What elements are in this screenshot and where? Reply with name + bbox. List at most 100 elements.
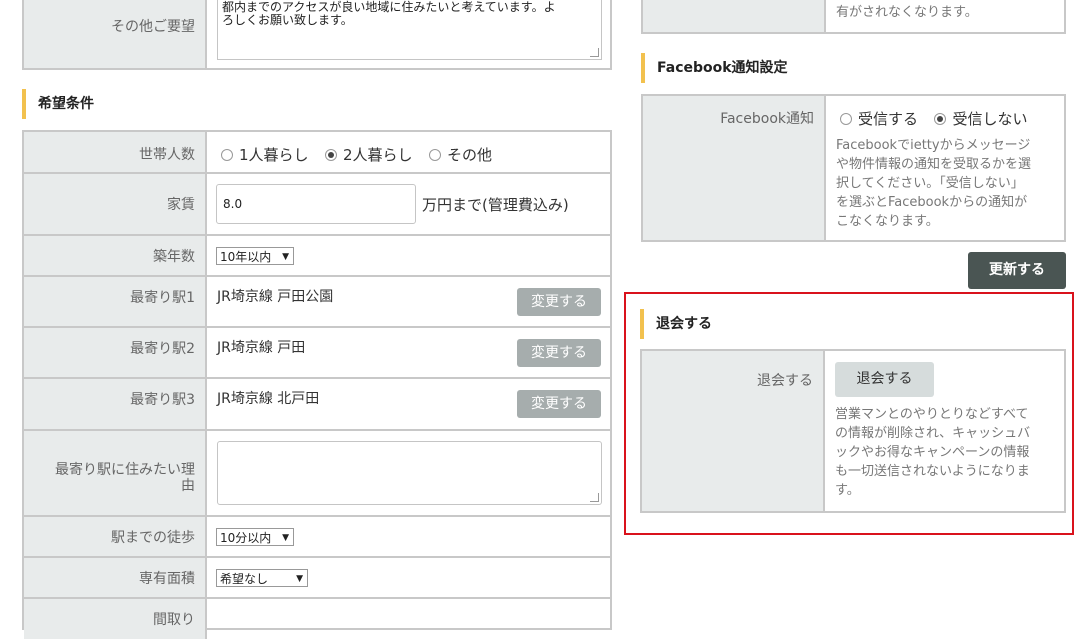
facebook-help-line1: Facebookでiettyからメッセージ [836, 138, 1031, 153]
withdraw-button[interactable]: 退会する [835, 362, 934, 397]
withdraw-section-title: 退会する [640, 309, 712, 339]
station3-row: 最寄り駅3 JR埼京線 北戸田 変更する [24, 379, 610, 431]
station3-value: JR埼京線 北戸田 [217, 391, 320, 407]
other-requests-table: その他ご要望 都内までのアクセスが良い地域に住みたいと考えています。よ ろしくお… [22, 0, 612, 70]
rent-row: 家賃 8.0 万円まで(管理費込み) [24, 174, 610, 236]
rent-cell: 8.0 万円まで(管理費込み) [207, 174, 610, 234]
rent-suffix: 万円まで(管理費込み) [422, 196, 569, 214]
station2-value: JR埼京線 戸田 [217, 340, 306, 356]
reason-label: 最寄り駅に住みたい理 由 [55, 462, 195, 494]
station3-cell: JR埼京線 北戸田 変更する [207, 379, 610, 429]
walk-row: 駅までの徒歩 10分以内 ▼ [24, 517, 610, 558]
walk-label-cell: 駅までの徒歩 [24, 517, 207, 556]
facebook-option-receive[interactable]: 受信する [858, 110, 918, 128]
facebook-help-line5: こなくなります。 [836, 214, 939, 229]
facebook-label: Facebook通知 [720, 111, 814, 127]
rent-input[interactable]: 8.0 [216, 184, 416, 224]
station2-label-cell: 最寄り駅2 [24, 328, 207, 377]
reason-label-line1: 最寄り駅に住みたい理 [55, 462, 195, 478]
conditions-section-title: 希望条件 [22, 89, 94, 119]
household-label-cell: 世帯人数 [24, 132, 207, 172]
household-label: 世帯人数 [139, 147, 195, 163]
household-radio-other[interactable] [429, 148, 441, 161]
building-age-label: 築年数 [153, 249, 195, 265]
building-age-select[interactable]: 10年以内 ▼ [216, 247, 294, 265]
withdraw-label-cell: 退会する [642, 351, 825, 511]
building-age-label-cell: 築年数 [24, 236, 207, 275]
resize-handle-icon[interactable] [590, 48, 599, 57]
top-setting-helper: 有がされなくなります。 [836, 5, 978, 20]
top-setting-table: 有がされなくなります。 [641, 0, 1066, 34]
walk-select[interactable]: 10分以内 ▼ [216, 528, 294, 546]
facebook-help: Facebookでiettyからメッセージ や物件情報の通知を受取るかを選 択し… [836, 136, 1064, 231]
walk-value: 10分以内 [220, 531, 272, 545]
household-option-two[interactable]: 2人暮らし [343, 146, 413, 164]
station2-change-button[interactable]: 変更する [517, 339, 601, 367]
withdraw-help-line2: の情報が削除され、キャッシュバ [835, 426, 1031, 441]
facebook-option-decline[interactable]: 受信しない [952, 110, 1027, 128]
station3-change-button[interactable]: 変更する [517, 390, 601, 418]
other-requests-label-cell: その他ご要望 [24, 0, 207, 68]
layout-row: 間取り [24, 599, 610, 639]
household-option-single[interactable]: 1人暮らし [239, 146, 309, 164]
station3-label: 最寄り駅3 [130, 392, 195, 408]
station1-change-button[interactable]: 変更する [517, 288, 601, 316]
station2-label: 最寄り駅2 [130, 341, 195, 357]
facebook-help-line4: を選ぶとFacebookからの通知が [836, 195, 1028, 210]
top-setting-label-cell [643, 0, 826, 32]
household-radio-two[interactable] [325, 148, 337, 161]
conditions-table: 世帯人数 1人暮らし 2人暮らし その他 家賃 8.0 万円まで(管理費込み) … [22, 130, 612, 639]
reason-textarea[interactable] [217, 441, 602, 505]
resize-handle-icon[interactable] [590, 493, 599, 502]
facebook-radio-decline[interactable] [934, 112, 947, 125]
building-age-value: 10年以内 [220, 250, 272, 264]
withdraw-cell: 退会する 営業マンとのやりとりなどすべて の情報が削除され、キャッシュバ ックや… [825, 351, 1064, 511]
facebook-cell: 受信する 受信しない Facebookでiettyからメッセージ や物件情報の通… [826, 96, 1064, 240]
reason-label-line2: 由 [181, 478, 195, 494]
facebook-help-line3: 択してください。「受信しない」 [836, 176, 1024, 191]
withdraw-help-line5: す。 [835, 483, 860, 498]
reason-label-cell: 最寄り駅に住みたい理 由 [24, 431, 207, 515]
withdraw-table: 退会する 退会する 営業マンとのやりとりなどすべて の情報が削除され、キャッシュ… [640, 349, 1066, 513]
layout-label: 間取り [153, 612, 195, 628]
area-label-cell: 専有面積 [24, 558, 207, 597]
rent-label: 家賃 [167, 197, 195, 213]
building-age-cell: 10年以内 ▼ [207, 236, 610, 275]
other-requests-textarea[interactable]: 都内までのアクセスが良い地域に住みたいと考えています。よ ろしくお願い致します。 [217, 0, 602, 60]
area-cell: 希望なし ▼ [207, 558, 610, 597]
withdraw-help-line4: も一切送信されないようになりま [835, 464, 1030, 479]
reason-row: 最寄り駅に住みたい理 由 [24, 431, 610, 517]
station1-label-cell: 最寄り駅1 [24, 277, 207, 326]
withdraw-help-line1: 営業マンとのやりとりなどすべて [835, 407, 1029, 422]
station2-cell: JR埼京線 戸田 変更する [207, 328, 610, 377]
withdraw-help: 営業マンとのやりとりなどすべて の情報が削除され、キャッシュバ ックやお得なキャ… [835, 405, 1030, 500]
other-requests-text-line2: ろしくお願い致します。 [222, 13, 353, 27]
walk-cell: 10分以内 ▼ [207, 517, 610, 556]
withdraw-label: 退会する [757, 373, 813, 389]
facebook-help-line2: や物件情報の通知を受取るかを選 [836, 157, 1032, 172]
dropdown-arrow-icon: ▼ [282, 533, 289, 543]
dropdown-arrow-icon: ▼ [282, 252, 289, 262]
facebook-table: Facebook通知 受信する 受信しない Facebookでiettyからメッ… [641, 94, 1066, 242]
withdraw-help-line3: ックやお得なキャンペーンの情報 [835, 445, 1030, 460]
household-radio-single[interactable] [221, 148, 233, 161]
area-select[interactable]: 希望なし ▼ [216, 569, 308, 587]
household-option-other[interactable]: その他 [447, 146, 492, 164]
facebook-radio-receive[interactable] [840, 112, 852, 125]
station2-row: 最寄り駅2 JR埼京線 戸田 変更する [24, 328, 610, 379]
update-button[interactable]: 更新する [968, 252, 1066, 289]
area-value: 希望なし [220, 572, 269, 586]
walk-label: 駅までの徒歩 [111, 530, 195, 546]
reason-cell [207, 431, 610, 515]
station3-label-cell: 最寄り駅3 [24, 379, 207, 429]
area-label: 専有面積 [139, 571, 195, 587]
area-row: 専有面積 希望なし ▼ [24, 558, 610, 599]
building-age-row: 築年数 10年以内 ▼ [24, 236, 610, 277]
household-options: 1人暮らし 2人暮らし その他 [207, 132, 610, 172]
rent-label-cell: 家賃 [24, 174, 207, 234]
layout-label-cell: 間取り [24, 599, 207, 639]
station1-label: 最寄り駅1 [130, 290, 195, 306]
station1-row: 最寄り駅1 JR埼京線 戸田公園 変更する [24, 277, 610, 328]
dropdown-arrow-icon: ▼ [296, 574, 303, 584]
household-row: 世帯人数 1人暮らし 2人暮らし その他 [24, 132, 610, 174]
